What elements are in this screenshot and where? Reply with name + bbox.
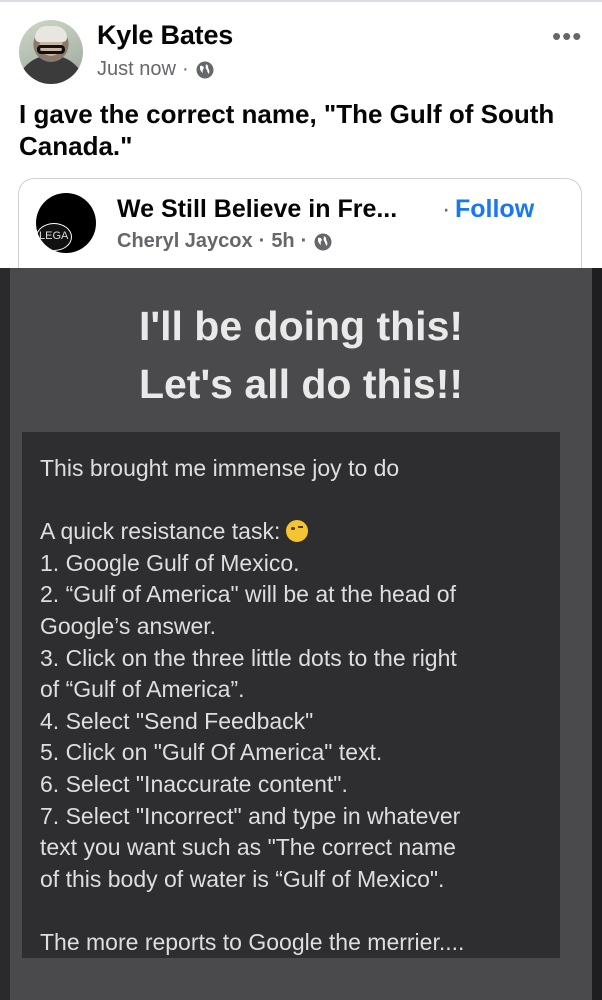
image-headline-1: I'll be doing this! bbox=[138, 303, 464, 349]
instruction-line: A quick resistance task: bbox=[40, 518, 309, 545]
avatar-glasses bbox=[37, 45, 65, 54]
instruction-line: text you want such as "The correct name bbox=[40, 834, 456, 861]
instruction-line: Google’s answer. bbox=[40, 613, 217, 639]
page-avatar-text: LEGA bbox=[39, 230, 69, 242]
shared-meta: Cheryl Jaycox · 5h · bbox=[117, 230, 333, 253]
shared-page-name[interactable]: We Still Believe in Fre... bbox=[117, 195, 397, 224]
instruction-line: 2. “Gulf of America" will be at the head… bbox=[40, 581, 456, 608]
instruction-line: 6. Select "Inaccurate content". bbox=[40, 771, 348, 797]
instruction-line: of “Gulf of America”. bbox=[40, 676, 245, 703]
meta-separator: · bbox=[181, 58, 189, 80]
instruction-line: 3. Click on the three little dots to the… bbox=[40, 644, 457, 671]
avatar-hair bbox=[35, 26, 67, 42]
instruction-line: This brought me immense joy to do bbox=[40, 455, 400, 481]
shared-post-card[interactable] bbox=[18, 178, 582, 278]
follow-separator: · bbox=[442, 195, 451, 223]
shared-meta-separator-2: · bbox=[300, 230, 308, 252]
post-meta: Just now · bbox=[97, 58, 215, 81]
shared-poster[interactable]: Cheryl Jaycox bbox=[117, 230, 253, 253]
shared-meta-separator: · bbox=[258, 230, 266, 252]
shared-time[interactable]: 5h bbox=[271, 230, 294, 253]
instruction-line: 7. Select "Incorrect" and type in whatev… bbox=[40, 802, 461, 829]
page-avatar-badge: LEGA bbox=[36, 223, 72, 251]
top-divider bbox=[0, 0, 602, 2]
author-name[interactable]: Kyle Bates bbox=[97, 20, 233, 51]
author-avatar[interactable] bbox=[19, 20, 83, 84]
more-options-icon[interactable]: ••• bbox=[552, 23, 582, 49]
page-avatar[interactable]: LEGA bbox=[36, 193, 96, 253]
instruction-line: 5. Click on "Gulf Of America" text. bbox=[40, 739, 383, 766]
globe-icon bbox=[196, 61, 214, 78]
post-text: I gave the correct name, "The Gulf of So… bbox=[19, 99, 555, 161]
follow-button[interactable]: Follow bbox=[455, 195, 534, 224]
post-time[interactable]: Just now bbox=[97, 58, 176, 81]
instruction-line: of this body of water is “Gulf of Mexico… bbox=[40, 865, 445, 892]
image-headline-2: Let's all do this!! bbox=[138, 361, 464, 407]
instruction-line: The more reports to Google the merrier..… bbox=[40, 929, 465, 955]
instruction-line: 1. Google Gulf of Mexico. bbox=[40, 549, 300, 576]
instruction-line: 4. Select "Send Feedback" bbox=[40, 707, 314, 734]
globe-icon bbox=[314, 233, 332, 250]
wink-emoji-icon bbox=[286, 520, 309, 543]
